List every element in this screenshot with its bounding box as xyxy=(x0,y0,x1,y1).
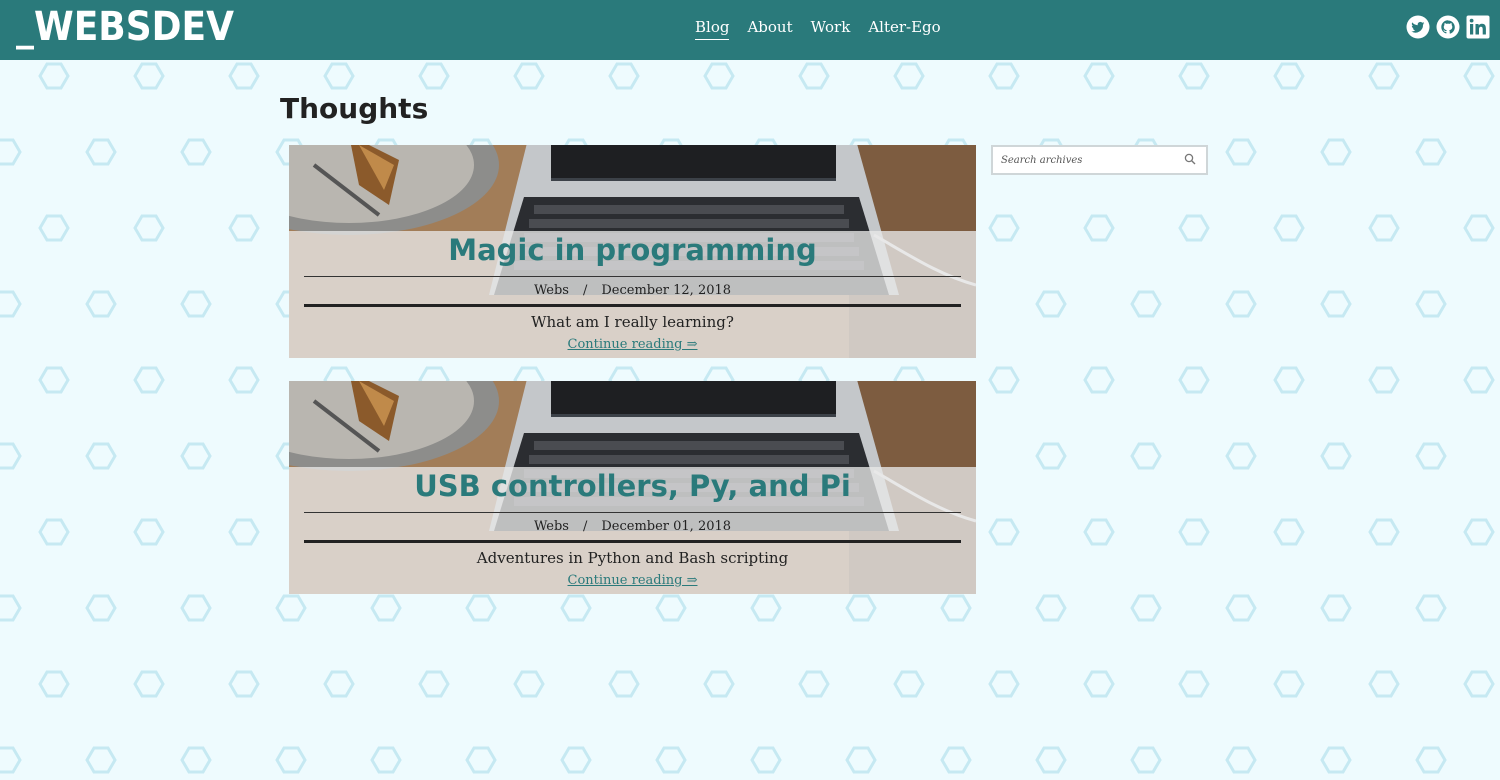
continue-reading: Continue reading ⇒ xyxy=(289,573,976,588)
post-card: USB controllers, Py, and Pi Webs / Decembe… xyxy=(289,381,976,594)
site-logo[interactable]: _WEBSDEV xyxy=(16,4,234,50)
post-excerpt: What am I really learning? xyxy=(531,313,734,331)
divider xyxy=(304,304,961,307)
post-title-link[interactable]: Magic in programming xyxy=(289,233,976,267)
meta-separator: / xyxy=(582,519,588,534)
post-date: December 01, 2018 xyxy=(601,519,732,534)
nav-link-work[interactable]: Work xyxy=(811,18,851,40)
post-meta: Webs / December 01, 2018 xyxy=(289,519,976,534)
main-nav: Blog About Work Alter-Ego xyxy=(695,18,941,40)
top-navbar: _WEBSDEV Blog About Work Alter-Ego xyxy=(0,0,1500,60)
search-input[interactable] xyxy=(993,147,1189,173)
linkedin-icon[interactable] xyxy=(1466,15,1490,39)
post-card: Magic in programming Webs / December 12, 2… xyxy=(289,145,976,358)
archive-search xyxy=(991,145,1208,175)
divider xyxy=(304,540,961,543)
post-author: Webs xyxy=(533,519,569,534)
continue-reading: Continue reading ⇒ xyxy=(289,337,976,352)
social-links xyxy=(1406,15,1490,39)
nav-link-about[interactable]: About xyxy=(747,18,792,40)
post-author: Webs xyxy=(533,283,569,298)
continue-reading-link[interactable]: Continue reading ⇒ xyxy=(568,573,698,588)
divider xyxy=(304,276,961,277)
page-title: Thoughts xyxy=(280,92,429,125)
post-excerpt: Adventures in Python and Bash scripting xyxy=(476,549,789,567)
post-date: December 12, 2018 xyxy=(601,283,732,298)
continue-reading-link[interactable]: Continue reading ⇒ xyxy=(568,337,698,352)
post-title-link[interactable]: USB controllers, Py, and Pi xyxy=(289,469,976,503)
post-meta: Webs / December 12, 2018 xyxy=(289,283,976,298)
divider xyxy=(304,512,961,513)
github-icon[interactable] xyxy=(1436,15,1460,39)
search-icon[interactable] xyxy=(1184,153,1196,165)
nav-link-alter-ego[interactable]: Alter-Ego xyxy=(868,18,940,40)
twitter-icon[interactable] xyxy=(1406,15,1430,39)
meta-separator: / xyxy=(582,283,588,298)
nav-link-blog[interactable]: Blog xyxy=(695,18,730,40)
